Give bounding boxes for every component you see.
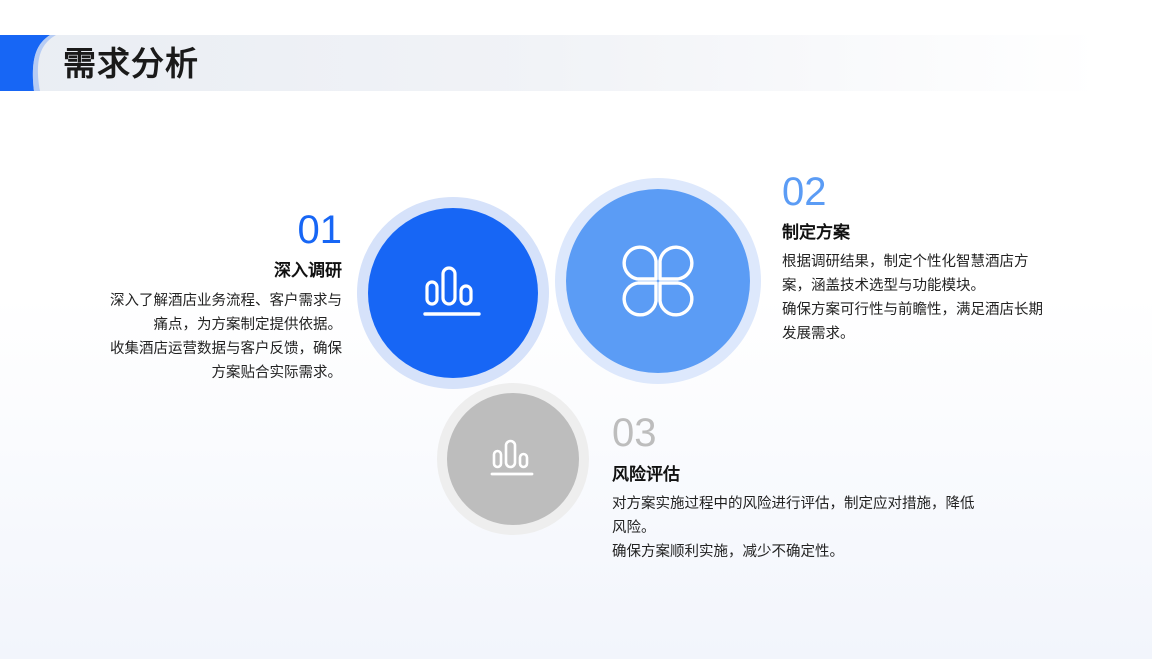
description-line: 方案贴合实际需求。 — [211, 365, 343, 381]
circle-03-inner — [447, 393, 579, 525]
item-number-01: 01 — [297, 208, 343, 252]
item-description-01: 深入了解酒店业务流程、客户需求与 痛点，为方案制定提供依据。 收集酒店运营数据与… — [42, 289, 342, 385]
item-number-03: 03 — [612, 411, 657, 455]
description-line: 案，涵盖技术选型与功能模块。 — [782, 278, 985, 294]
description-line: 确保方案顺利实施，减少不确定性。 — [612, 544, 844, 560]
circle-03 — [437, 383, 589, 535]
item-description-02: 根据调研结果，制定个性化智慧酒店方 案，涵盖技术选型与功能模块。 确保方案可行性… — [782, 250, 1102, 346]
bar-chart-icon — [490, 439, 534, 476]
four-petal-icon — [622, 245, 694, 317]
item-heading-03: 风险评估 — [612, 465, 680, 485]
description-line: 痛点，为方案制定提供依据。 — [153, 317, 343, 333]
description-line: 发展需求。 — [782, 326, 855, 342]
item-description-03: 对方案实施过程中的风险进行评估，制定应对措施，降低 风险。 确保方案顺利实施，减… — [612, 492, 1052, 564]
description-line: 风险。 — [612, 520, 656, 536]
circle-01 — [357, 197, 549, 389]
title-accent-shape — [0, 35, 56, 91]
page-title: 需求分析 — [63, 44, 199, 83]
item-heading-02: 制定方案 — [782, 223, 850, 243]
circle-02-inner — [566, 189, 750, 373]
description-line: 对方案实施过程中的风险进行评估，制定应对措施，降低 — [612, 496, 975, 512]
item-heading-01: 深入调研 — [274, 261, 342, 281]
bar-chart-icon — [423, 266, 481, 316]
description-line: 收集酒店运营数据与客户反馈，确保 — [110, 341, 342, 357]
description-line: 深入了解酒店业务流程、客户需求与 — [110, 293, 342, 309]
item-number-02: 02 — [782, 170, 827, 214]
description-line: 根据调研结果，制定个性化智慧酒店方 — [782, 254, 1029, 270]
description-line: 确保方案可行性与前瞻性，满足酒店长期 — [782, 302, 1043, 318]
circle-02 — [555, 178, 761, 384]
circle-01-inner — [368, 208, 538, 378]
